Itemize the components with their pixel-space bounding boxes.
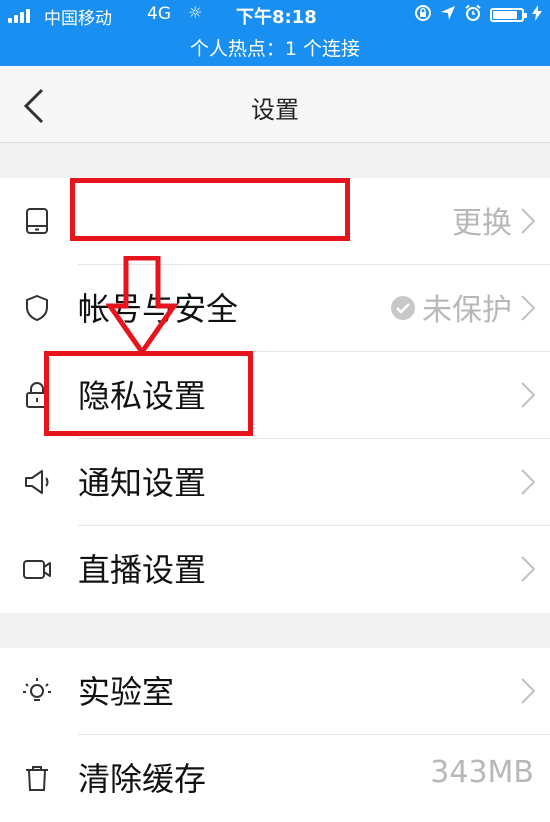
settings-row-label: 通知设置: [78, 464, 207, 502]
video-camera-icon: [22, 554, 52, 584]
settings-group-other: 实验室 清除缓存 343MB: [0, 648, 550, 822]
phone-icon: [22, 206, 52, 236]
chevron-right-icon: [520, 468, 536, 496]
cache-size: 343MB: [430, 755, 534, 790]
chevron-right-icon: [520, 294, 536, 322]
rotation-lock-icon: [414, 4, 432, 26]
trash-icon: [22, 763, 52, 793]
annotation-arrow-down: [106, 256, 178, 356]
hotspot-banner[interactable]: 个人热点：1 个连接: [0, 34, 550, 61]
settings-row-label: 实验室: [78, 673, 175, 711]
carrier-name: 中国移动: [44, 9, 112, 29]
settings-row-value: 未保护: [390, 285, 512, 329]
chevron-right-icon: [520, 381, 536, 409]
loading-icon: ☼: [188, 3, 203, 22]
chevron-right-icon: [520, 207, 536, 235]
location-icon: [440, 5, 456, 25]
settings-row-account-security[interactable]: 帐号与安全 未保护: [0, 265, 550, 352]
signal-icon: [8, 9, 30, 23]
battery-icon: [490, 8, 527, 22]
page-title: 设置: [251, 96, 299, 124]
status-icons: [414, 4, 542, 26]
chevron-right-icon: [520, 555, 536, 583]
check-circle-icon: [390, 294, 416, 320]
settings-row-label: 直播设置: [78, 551, 207, 589]
status-row: 中国移动 4G ☼ 下午8:18: [0, 3, 550, 29]
settings-row-value: 更换: [452, 206, 512, 241]
lightbulb-icon: [22, 676, 52, 706]
annotation-box-privacy: [44, 351, 253, 436]
alarm-icon: [464, 4, 482, 26]
speaker-icon: [22, 467, 52, 497]
network-type: 4G: [147, 4, 171, 24]
annotation-box-redacted: [70, 178, 350, 241]
settings-row-lab[interactable]: 实验室: [0, 648, 550, 735]
status-bar: 中国移动 4G ☼ 下午8:18 个人热点：1 个连接: [0, 0, 550, 66]
settings-row-notifications[interactable]: 通知设置: [0, 439, 550, 526]
nav-bar: 设置: [0, 66, 550, 143]
settings-row-clear-cache[interactable]: 清除缓存 343MB: [0, 735, 550, 822]
charging-icon: [532, 5, 542, 25]
status-time: 下午8:18: [236, 7, 317, 28]
chevron-right-icon: [520, 677, 536, 705]
settings-row-label: 清除缓存: [78, 760, 207, 798]
shield-icon: [22, 293, 52, 323]
settings-row-live[interactable]: 直播设置: [0, 526, 550, 613]
